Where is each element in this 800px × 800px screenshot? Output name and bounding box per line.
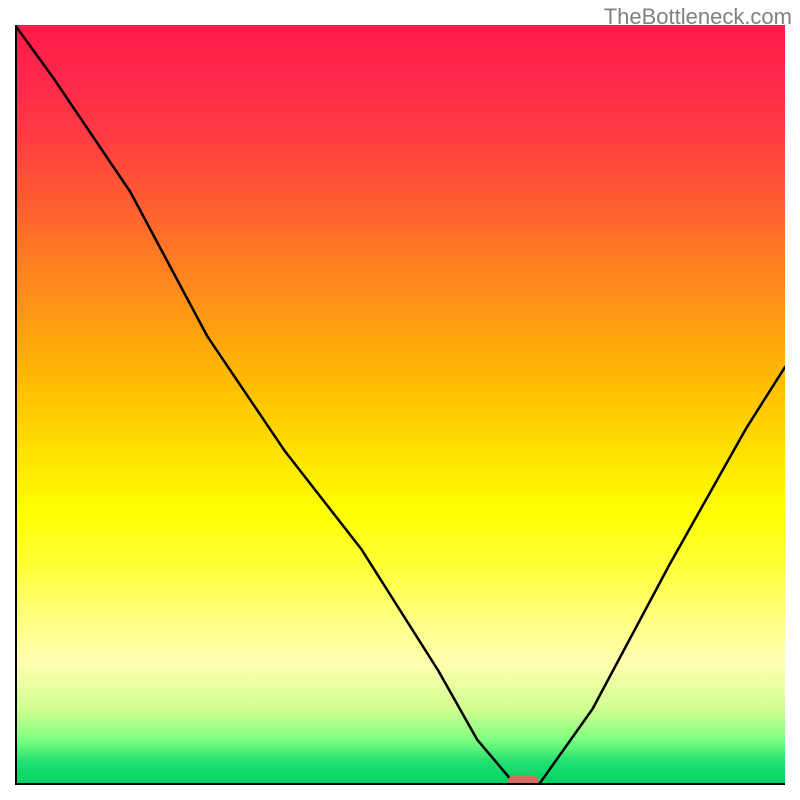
chart-plot-area [15, 25, 785, 785]
watermark-text: TheBottleneck.com [604, 4, 792, 30]
chart-background-gradient [15, 25, 785, 785]
